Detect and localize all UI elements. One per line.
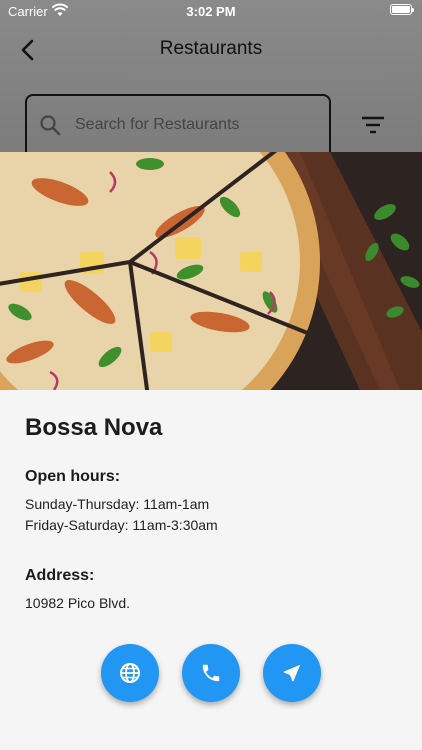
globe-icon	[120, 663, 140, 683]
header: Carrier 3:02 PM Restaurants	[0, 0, 422, 152]
page-title: Restaurants	[159, 38, 263, 59]
navigation-icon	[283, 664, 301, 682]
restaurant-photo	[0, 152, 422, 390]
search-box[interactable]	[25, 94, 331, 152]
search-input[interactable]	[73, 108, 317, 142]
hours-line: Friday-Saturday: 11am-3:30am	[25, 517, 218, 533]
pizza-image	[0, 152, 422, 390]
address-heading: Address:	[25, 567, 95, 584]
call-button[interactable]	[182, 644, 240, 702]
website-button[interactable]	[101, 644, 159, 702]
directions-button[interactable]	[263, 644, 321, 702]
filter-icon[interactable]	[358, 112, 388, 138]
hours-line: Sunday-Thursday: 11am-1am	[25, 496, 210, 512]
search-icon	[40, 115, 61, 136]
restaurant-details: Bossa Nova Open hours: Sunday-Thursday: …	[0, 390, 422, 750]
clock: 3:02 PM	[186, 4, 236, 19]
address-text: 10982 Pico Blvd.	[25, 595, 131, 611]
battery-icon	[390, 4, 414, 15]
hours-heading: Open hours:	[25, 468, 121, 485]
phone-icon	[202, 664, 220, 682]
restaurant-name: Bossa Nova	[25, 414, 163, 441]
status-bar: Carrier 3:02 PM	[0, 0, 422, 22]
